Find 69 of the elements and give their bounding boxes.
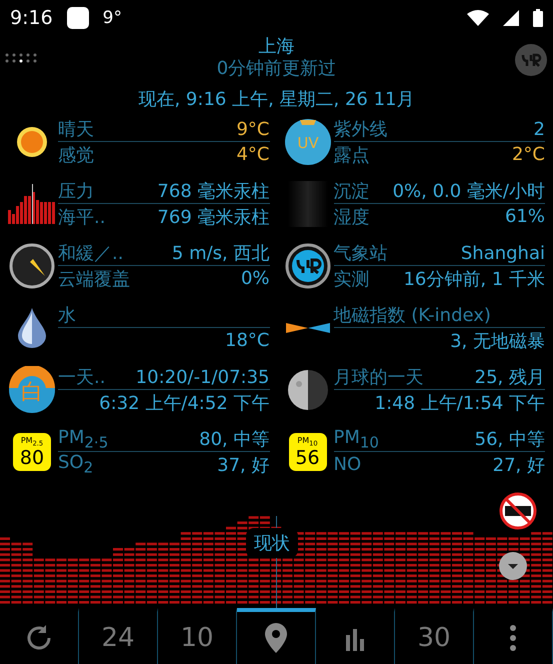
temperature-text: 9° — [102, 8, 122, 28]
metric-value: 2°C — [512, 144, 545, 165]
metric-value: 10:20/-1/07:35 — [136, 366, 270, 388]
metric-value: 768 毫米汞柱 — [157, 180, 270, 203]
metric-label: 压力 — [58, 180, 94, 203]
uv-index-icon: UV — [284, 118, 332, 166]
page-indicator-icon — [4, 53, 38, 63]
metric-value: 1:48 上午/1:54 下午 — [374, 392, 545, 414]
metric-value: 61% — [504, 206, 545, 227]
metric-label: 水 — [58, 304, 76, 327]
metric-label: PM$_{2·5}$ — [58, 426, 108, 452]
nav-icon-tab[interactable] — [237, 608, 316, 664]
more-menu-icon — [510, 625, 516, 651]
metric-value: 9°C — [236, 118, 270, 140]
chart-tab-label: 现状 — [246, 528, 298, 558]
metric-label: 感觉 — [58, 144, 94, 166]
metric-label: 露点 — [334, 144, 370, 166]
metric-value: 4°C — [236, 144, 270, 165]
city-name: 上海 — [258, 36, 294, 58]
metric-label: 晴天 — [58, 118, 94, 141]
metric-value: 37, 好 — [217, 454, 270, 476]
metric-value: 0%, 0.0 毫米/小时 — [392, 180, 545, 203]
metric-label: 湿度 — [334, 206, 370, 228]
daylight-icon: 白 — [8, 366, 56, 414]
metric-label: PM$_{10}$ — [334, 426, 379, 452]
metric-label: 地磁指数 (K-index) — [334, 304, 491, 327]
air-quality-badge: PM$_{10}$ 56 — [288, 433, 326, 471]
yr-logo-icon — [284, 243, 330, 289]
metric-value: 2 — [534, 118, 545, 140]
metric-value: 769 毫米汞柱 — [157, 206, 270, 228]
updated-text: 0分钟前更新过 — [216, 58, 336, 80]
clock-text: 9:16 — [10, 7, 53, 29]
metric-value: 80, 中等 — [199, 428, 270, 451]
metric-label: 和緩／.. — [58, 242, 124, 265]
metric-label: 实测 — [334, 268, 370, 290]
compass-icon — [9, 243, 55, 289]
metric-value: 0% — [240, 268, 270, 289]
sun-icon — [15, 125, 49, 159]
metric-label: 一天.. — [58, 366, 106, 389]
metric-label: 云端覆盖 — [58, 268, 130, 290]
metric-value: 3, 无地磁暴 — [450, 330, 545, 352]
metric-value: 27, 好 — [492, 454, 545, 476]
current-time-text: 现在, 9:16 上午, 星期二, 26 11月 — [138, 88, 414, 112]
app-icon — [66, 7, 89, 29]
metric-label: 月球的一天 — [334, 366, 424, 389]
wifi-icon — [467, 10, 489, 26]
bar-graph-icon — [8, 184, 56, 224]
metric-value: 25, 残月 — [474, 366, 545, 389]
metric-label: 气象站 — [334, 242, 388, 265]
air-quality-badge: PM$_{2.5}$ 80 — [13, 433, 51, 471]
metric-value: 5 m/s, 西北 — [172, 242, 270, 265]
metric-label: 海平.. — [58, 206, 106, 228]
no-ads-icon[interactable] — [499, 492, 537, 530]
metric-value: 6:32 上午/4:52 下午 — [99, 392, 270, 414]
metric-value: Shanghai — [460, 242, 545, 264]
water-drop-icon — [18, 308, 46, 348]
signal-icon — [503, 10, 519, 26]
location-pin-icon — [265, 623, 287, 653]
metric-label: 沉淀 — [334, 180, 370, 203]
moon-icon — [286, 369, 328, 411]
magnetic-field-icon — [286, 320, 330, 336]
metric-value: 56, 中等 — [474, 428, 545, 451]
metric-value: 16分钟前, 1 千米 — [403, 268, 545, 290]
metric-label: NO — [334, 454, 362, 475]
metric-label: 紫外线 — [334, 118, 388, 141]
metric-label: SO$_{2}$ — [58, 452, 94, 477]
battery-icon — [533, 9, 543, 27]
dropdown-icon[interactable] — [499, 552, 527, 580]
metric-value: 18°C — [225, 330, 270, 351]
